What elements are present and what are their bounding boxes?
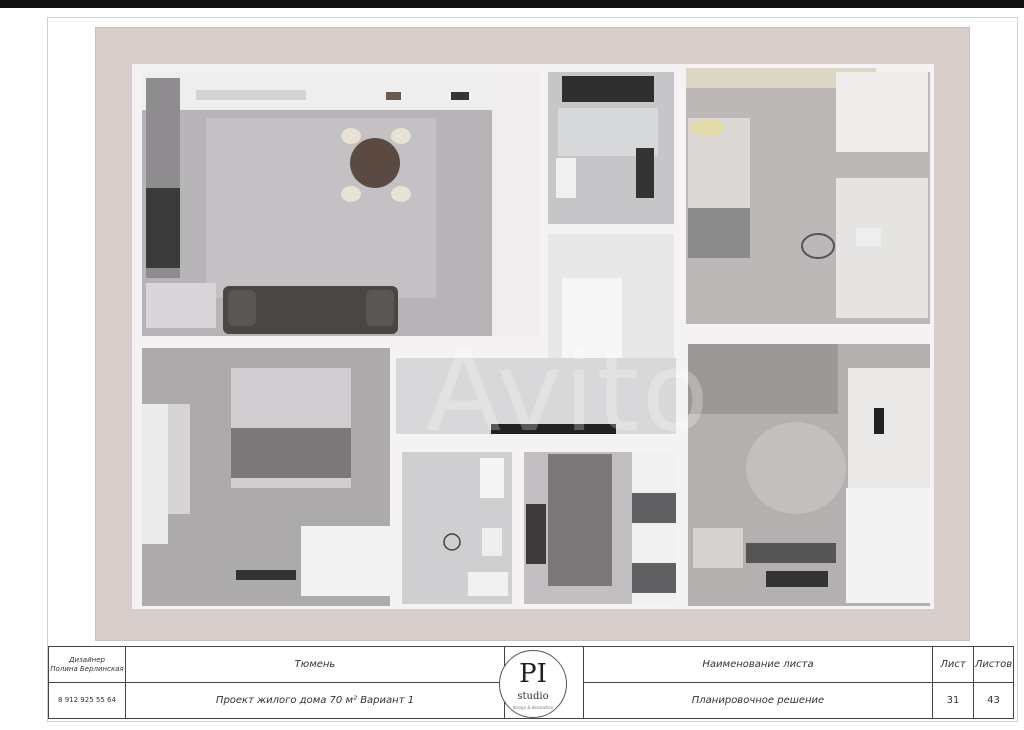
sheets-total: 43 xyxy=(973,682,1014,719)
top-dark-bar xyxy=(0,0,1024,8)
studio-logo: PI studio design & decoration xyxy=(499,650,567,718)
designer-role: Дизайнер xyxy=(69,655,105,664)
city-label: Тюмень xyxy=(125,646,505,683)
floor-plan-render: Avito xyxy=(95,27,970,641)
designer-name: Полина Берлинская xyxy=(50,664,124,673)
kitchen-counter xyxy=(142,72,492,110)
sheet-name: Планировочное решение xyxy=(583,682,933,719)
sheet-label: Лист xyxy=(932,646,974,683)
sheets-label: Листов xyxy=(973,646,1014,683)
logo-sub: studio xyxy=(517,691,549,702)
project-title: Проект жилого дома 70 м² Вариант 1 xyxy=(125,682,505,719)
dining-table xyxy=(350,138,400,188)
sheet-name-label: Наименование листа xyxy=(583,646,933,683)
logo-tagline: design & decoration xyxy=(512,705,554,710)
logo-main: PI xyxy=(519,659,547,689)
sheet-number: 31 xyxy=(932,682,974,719)
designer-phone: 8 912 925 55 64 xyxy=(48,682,126,719)
living-room-rug xyxy=(206,118,436,298)
designer-cell: Дизайнер Полина Берлинская xyxy=(48,646,126,683)
watermark: Avito xyxy=(426,328,711,456)
